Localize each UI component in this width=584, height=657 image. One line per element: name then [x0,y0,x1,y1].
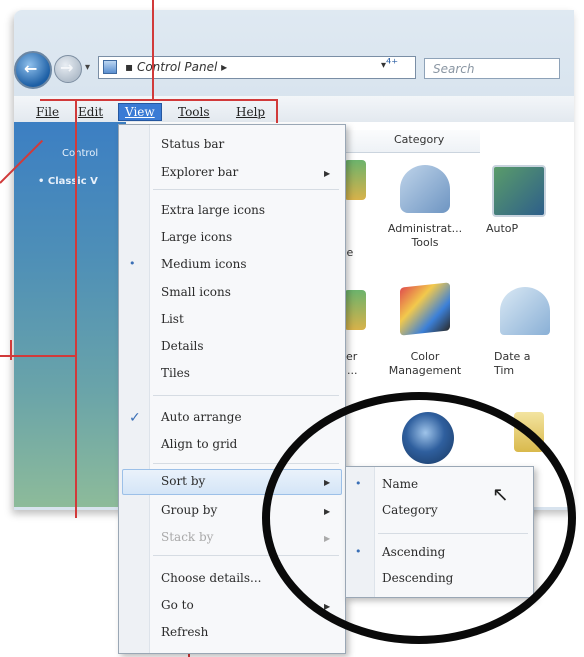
menu-item-explorer-bar[interactable]: Explorer bar [161,165,238,179]
menu-item-large-icons[interactable]: Large icons [161,230,232,244]
left-pane-classic-view-link[interactable]: • Classic V [38,176,98,187]
autoplay-label[interactable]: AutoP [486,222,546,236]
menu-item-choose-details[interactable]: Choose details... [161,571,261,585]
partial-icon-2[interactable] [344,290,366,330]
menu-item-auto-arrange[interactable]: Auto arrange [161,410,242,424]
left-pane-home-link[interactable]: Control [62,148,98,159]
menu-item-align-to-grid[interactable]: Align to grid [161,437,237,451]
date-time-icon[interactable] [500,287,550,335]
admin-tools-label[interactable]: Administrat... Tools [380,222,470,250]
menu-item-refresh[interactable]: Refresh [161,625,208,639]
autoplay-icon[interactable] [492,165,546,217]
color-management-icon[interactable] [400,282,450,336]
annotation-line [276,99,278,123]
menu-item-group-by[interactable]: Group by [161,503,217,517]
view-menu-gutter [119,125,150,653]
annotation-line [152,0,154,100]
admin-tools-icon[interactable] [400,165,450,213]
menu-item-tiles[interactable]: Tiles [161,366,190,380]
search-placeholder: Search [433,62,475,76]
submenu-arrow-icon: ▶ [324,169,331,178]
menu-item-stack-by: Stack by [161,530,214,544]
menu-view[interactable]: View [118,103,162,121]
menu-item-details[interactable]: Details [161,339,204,353]
menu-item-status-bar[interactable]: Status bar [161,137,224,151]
menu-item-extra-large-icons[interactable]: Extra large icons [161,203,265,217]
menu-item-sort-by[interactable]: Sort by [161,474,205,488]
partial-icon-1[interactable] [344,160,366,200]
annotation-line [10,340,12,360]
menu-item-medium-icons[interactable]: Medium icons [161,257,247,271]
menu-separator [153,395,339,396]
menu-tools[interactable]: Tools [178,105,210,119]
control-panel-icon [103,60,117,74]
date-time-label[interactable]: Date a Tim [494,350,554,378]
radio-bullet-icon: • [129,257,136,270]
annotation-line [75,100,77,518]
menu-edit[interactable]: Edit [78,105,103,119]
menu-file[interactable]: File [36,105,59,119]
checkmark-icon: ✓ [129,410,141,426]
back-button[interactable]: ← [14,51,52,89]
column-header-category[interactable]: Category [394,133,444,146]
menu-item-go-to[interactable]: Go to [161,598,194,612]
menu-item-small-icons[interactable]: Small icons [161,285,231,299]
color-management-label[interactable]: Color Management [380,350,470,378]
menu-item-list[interactable]: List [161,312,184,326]
address-path[interactable]: ▪ Control Panel ▸ [125,60,227,74]
forward-arrow-icon: → [60,58,74,77]
forward-button[interactable]: → [54,55,82,83]
menu-help[interactable]: Help [236,105,265,119]
address-bar[interactable]: ▪ Control Panel ▸ ▾ [98,56,416,79]
refresh-button[interactable]: ⁴⁺ [386,57,398,72]
menu-separator [153,189,339,190]
highlight-circle [262,392,576,644]
recent-pages-dropdown[interactable]: ▾ [85,62,90,73]
back-arrow-icon: ← [24,59,38,78]
search-box[interactable]: Search [424,58,560,79]
